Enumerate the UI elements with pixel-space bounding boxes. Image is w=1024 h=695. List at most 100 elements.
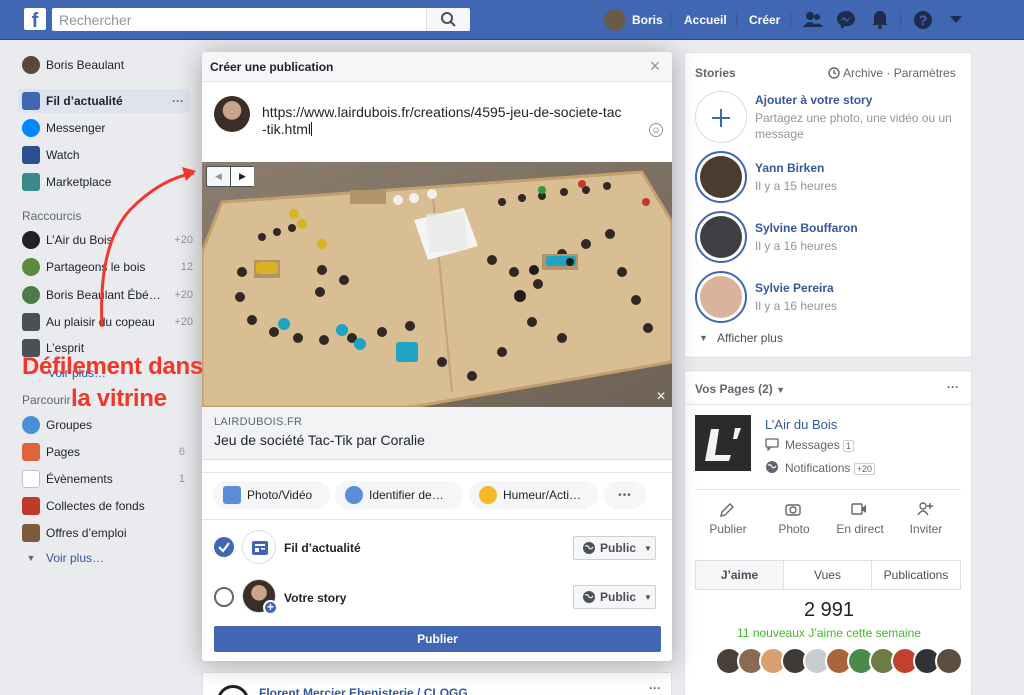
sidebar-item-messenger[interactable]: Messenger — [18, 116, 193, 140]
profile-link[interactable]: Boris — [632, 0, 663, 40]
page-invite-button[interactable]: Inviter — [893, 522, 959, 536]
globe-icon — [583, 591, 595, 603]
photo-video-button[interactable]: Photo/Vidéo — [213, 481, 330, 509]
remove-preview-close-icon[interactable]: × — [654, 389, 668, 405]
photo-video-label: Photo/Vidéo — [247, 488, 313, 502]
chevron-down-icon: ▼ — [776, 385, 786, 395]
nav-divider — [900, 12, 901, 28]
calendar-icon — [22, 470, 40, 488]
home-link[interactable]: Accueil — [684, 0, 727, 40]
post-author-avatar[interactable] — [217, 685, 249, 695]
watch-icon — [22, 146, 40, 164]
page-logo[interactable] — [695, 415, 751, 471]
tab-likes[interactable]: J’aime — [695, 560, 784, 590]
dialog-header: Créer une publication — [202, 52, 672, 82]
lairdubois-logo-icon — [705, 428, 741, 461]
page-photo-button[interactable]: Photo — [761, 522, 827, 536]
emoji-picker-icon[interactable]: ☺ — [649, 123, 663, 137]
tab-posts[interactable]: Publications — [871, 560, 961, 590]
story-avatar[interactable] — [695, 151, 747, 203]
add-story-button[interactable] — [695, 91, 747, 143]
sidebar-see-more[interactable]: ▼ Voir plus… — [18, 546, 193, 570]
sidebar-profile[interactable]: Boris Beaulant — [18, 53, 193, 77]
stories-panel: Stories Archive · Paramètres Ajouter à v… — [684, 52, 972, 358]
publish-button[interactable]: Publier — [214, 626, 661, 652]
more-options-icon[interactable]: ··· — [172, 94, 184, 108]
post-author-name[interactable]: Florent Mercier Ebenisterie / CLOGG — [259, 686, 468, 695]
audience-selector[interactable]: Public ▼ — [573, 585, 656, 609]
story-avatar[interactable] — [695, 211, 747, 263]
page-name-link[interactable]: L’Air du Bois — [765, 417, 837, 432]
notifications-label: Notifications — [785, 461, 851, 475]
share-target-newsfeed[interactable]: Fil d’actualité Public ▼ — [202, 523, 672, 571]
page-notifications-link[interactable]: Notifications +20 — [785, 461, 875, 475]
composer-text: https://www.lairdubois.fr/creations/4595… — [262, 104, 622, 137]
invite-person-icon — [917, 502, 933, 516]
account-menu-chevron-down-icon[interactable] — [950, 16, 962, 24]
user-avatar[interactable] — [604, 9, 626, 31]
stories-archive-link[interactable]: Archive — [843, 66, 883, 80]
sidebar-item-events[interactable]: Évènements 1 — [18, 467, 193, 491]
your-pages-title[interactable]: Vos Pages (2) ▼ — [695, 382, 785, 396]
facebook-logo-icon[interactable]: f — [24, 8, 46, 30]
story-time: Il y a 16 heures — [755, 299, 838, 313]
create-link[interactable]: Créer — [749, 0, 780, 40]
liker-avatar[interactable] — [935, 647, 963, 675]
page-avatar — [22, 286, 40, 304]
page-publish-button[interactable]: Publier — [695, 522, 761, 536]
friend-requests-icon[interactable] — [803, 11, 823, 29]
archive-clock-icon — [828, 67, 840, 79]
link-preview-meta[interactable]: LAIRDUBOIS.FR Jeu de société Tac-Tik par… — [202, 407, 672, 460]
sidebar-item-jobs[interactable]: Offres d’emploi — [18, 521, 193, 545]
story-author[interactable]: Yann Birken — [755, 161, 824, 175]
publish-pencil-icon — [720, 503, 734, 517]
more-options-icon[interactable]: ··· — [947, 380, 959, 394]
sidebar-item-newsfeed[interactable]: Fil d’actualité ··· — [18, 89, 190, 113]
feeling-activity-button[interactable]: Humeur/Acti… — [469, 481, 598, 509]
sidebar-item-watch[interactable]: Watch — [18, 143, 193, 167]
feed-post: Florent Mercier Ebenisterie / CLOGG ··· — [202, 672, 672, 695]
messenger-icon — [22, 119, 40, 137]
top-navigation-bar: f Boris Accueil Créer ? — [0, 0, 1024, 40]
share-target-story[interactable]: + Votre story Public ▼ — [202, 572, 672, 620]
link-domain: LAIRDUBOIS.FR — [214, 416, 303, 428]
search-box[interactable] — [52, 8, 470, 31]
link-preview-image[interactable]: ◀ ▶ × — [202, 162, 672, 407]
more-options-icon[interactable]: ··· — [649, 681, 661, 695]
notifications-bell-icon[interactable] — [871, 10, 889, 30]
story-checkbox[interactable] — [214, 587, 234, 607]
page-messages-link[interactable]: Messages 1 — [785, 438, 855, 452]
help-icon[interactable]: ? — [913, 10, 933, 30]
annotation-text-line2: la vitrine — [71, 385, 167, 412]
more-options-button[interactable]: ••• — [604, 481, 646, 509]
stories-show-more[interactable]: Afficher plus — [717, 331, 783, 345]
newsfeed-checkbox[interactable] — [214, 537, 234, 557]
page-live-button[interactable]: En direct — [827, 522, 893, 536]
live-video-icon — [851, 503, 866, 515]
story-author[interactable]: Sylvie Pereira — [755, 281, 834, 295]
sidebar-item-fundraisers[interactable]: Collectes de fonds — [18, 494, 193, 518]
close-icon[interactable]: × — [648, 57, 662, 75]
search-button[interactable] — [426, 8, 470, 31]
story-avatar[interactable] — [695, 271, 747, 323]
feeling-activity-label: Humeur/Acti… — [503, 488, 582, 502]
group-avatar — [22, 258, 40, 276]
tab-views[interactable]: Vues — [783, 560, 872, 590]
story-author[interactable]: Sylvine Bouffaron — [755, 221, 858, 235]
nav-divider — [790, 12, 791, 28]
carousel-prev-arrow-icon[interactable]: ◀ — [207, 167, 230, 186]
audience-selector[interactable]: Public ▼ — [573, 536, 656, 560]
nav-divider — [670, 12, 671, 28]
messenger-icon[interactable] — [836, 10, 856, 30]
sidebar-item-pages[interactable]: Pages 6 — [18, 440, 193, 464]
carousel-next-arrow-icon[interactable]: ▶ — [230, 167, 254, 186]
stories-settings-link[interactable]: Paramètres — [894, 66, 956, 80]
sidebar-item-groups[interactable]: Groupes — [18, 413, 193, 437]
stories-title: Stories — [695, 66, 736, 80]
newsfeed-target-label: Fil d’actualité — [284, 541, 361, 555]
shortcuts-heading: Raccourcis — [22, 209, 82, 223]
add-story-title[interactable]: Ajouter à votre story — [755, 93, 872, 107]
tag-people-button[interactable]: Identifier de… — [335, 481, 463, 509]
post-composer-input[interactable]: https://www.lairdubois.fr/creations/4595… — [262, 104, 622, 138]
search-input[interactable] — [52, 8, 432, 31]
